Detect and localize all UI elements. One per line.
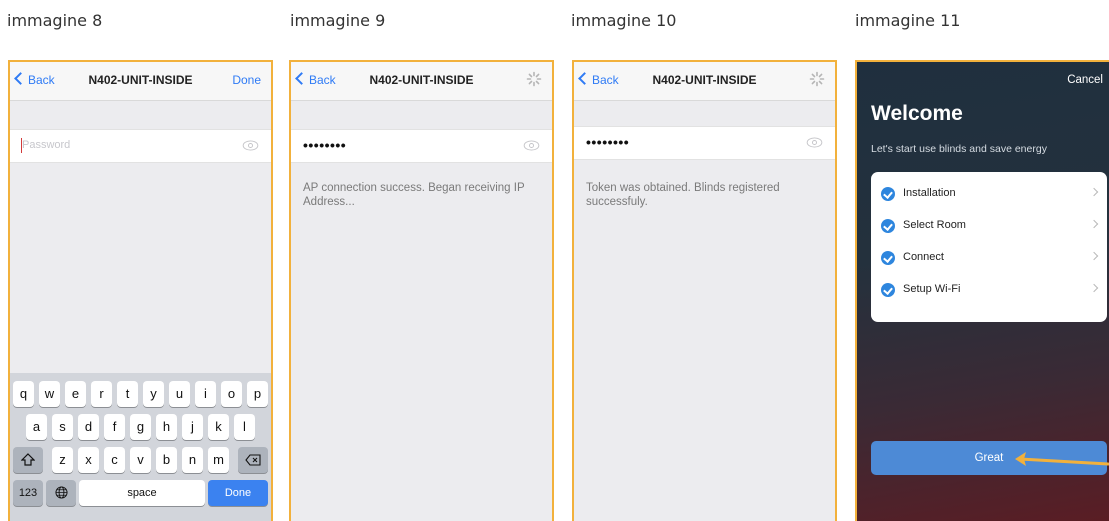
key[interactable]: v bbox=[130, 447, 151, 473]
key[interactable]: k bbox=[208, 414, 229, 440]
keyboard-done-key[interactable]: Done bbox=[208, 480, 268, 506]
step-label: Setup Wi-Fi bbox=[903, 283, 961, 295]
globe-key[interactable] bbox=[46, 480, 76, 506]
status-message: Token was obtained. Blinds registered su… bbox=[586, 182, 780, 208]
setup-steps-card: Installation Select Room Connect Setup W… bbox=[871, 172, 1107, 322]
status-message: AP connection success. Began receiving I… bbox=[303, 182, 525, 208]
checkmark-icon bbox=[881, 283, 895, 297]
key[interactable]: p bbox=[247, 381, 268, 407]
password-value: •••••••• bbox=[303, 137, 347, 153]
checkmark-icon bbox=[881, 251, 895, 265]
key[interactable]: b bbox=[156, 447, 177, 473]
chevron-right-icon bbox=[1089, 283, 1099, 293]
step-connect[interactable]: Connect bbox=[871, 242, 1107, 274]
password-field[interactable]: •••••••• bbox=[574, 126, 835, 160]
nav-bar: Back N402-UNIT-INSIDE bbox=[574, 62, 835, 101]
password-field[interactable]: Password bbox=[10, 129, 271, 163]
key[interactable]: y bbox=[143, 381, 164, 407]
key[interactable]: w bbox=[39, 381, 60, 407]
checkmark-icon bbox=[881, 187, 895, 201]
shift-key[interactable] bbox=[13, 447, 43, 473]
password-value: •••••••• bbox=[586, 134, 630, 150]
key[interactable]: c bbox=[104, 447, 125, 473]
keyboard-row-3: z x c v b n m bbox=[10, 447, 271, 473]
step-label: Installation bbox=[903, 187, 956, 199]
eye-icon[interactable] bbox=[242, 140, 259, 151]
welcome-title: Welcome bbox=[871, 102, 963, 125]
key[interactable]: m bbox=[208, 447, 229, 473]
nav-bar: Back N402-UNIT-INSIDE Done bbox=[10, 62, 271, 101]
key[interactable]: e bbox=[65, 381, 86, 407]
cancel-button[interactable]: Cancel bbox=[1067, 74, 1103, 86]
key[interactable]: h bbox=[156, 414, 177, 440]
done-button[interactable]: Done bbox=[232, 73, 261, 87]
space-key[interactable]: space bbox=[79, 480, 205, 506]
key[interactable]: x bbox=[78, 447, 99, 473]
key[interactable]: u bbox=[169, 381, 190, 407]
step-setup-wifi[interactable]: Setup Wi-Fi bbox=[871, 274, 1107, 306]
caption-image-10: immagine 10 bbox=[571, 11, 677, 30]
numbers-key[interactable]: 123 bbox=[13, 480, 43, 506]
step-select-room[interactable]: Select Room bbox=[871, 210, 1107, 242]
screen-token-obtained: Back N402-UNIT-INSIDE •••••••• Token was… bbox=[572, 60, 837, 521]
globe-icon bbox=[54, 486, 68, 499]
caption-image-8: immagine 8 bbox=[7, 11, 103, 30]
key[interactable]: o bbox=[221, 381, 242, 407]
caption-image-9: immagine 9 bbox=[290, 11, 386, 30]
key[interactable]: z bbox=[52, 447, 73, 473]
keyboard-row-4: 123 space Done bbox=[10, 480, 271, 506]
step-installation[interactable]: Installation bbox=[871, 178, 1107, 210]
backspace-key[interactable] bbox=[238, 447, 268, 473]
nav-title: N402-UNIT-INSIDE bbox=[652, 73, 757, 87]
key[interactable]: g bbox=[130, 414, 151, 440]
loading-spinner-icon bbox=[526, 71, 542, 87]
eye-icon[interactable] bbox=[523, 140, 540, 151]
key[interactable]: i bbox=[195, 381, 216, 407]
key[interactable]: l bbox=[234, 414, 255, 440]
key[interactable]: n bbox=[182, 447, 203, 473]
key[interactable]: f bbox=[104, 414, 125, 440]
password-placeholder: Password bbox=[22, 139, 71, 151]
keyboard: q w e r t y u i o p a s d f g h j k l z bbox=[10, 373, 271, 521]
chevron-right-icon bbox=[1089, 251, 1099, 261]
annotation-arrow-icon bbox=[1015, 452, 1109, 466]
screen-ap-connection: Back N402-UNIT-INSIDE •••••••• AP connec… bbox=[289, 60, 554, 521]
key[interactable]: s bbox=[52, 414, 73, 440]
keyboard-row-1: q w e r t y u i o p bbox=[10, 381, 271, 407]
caption-image-11: immagine 11 bbox=[855, 11, 961, 30]
key[interactable]: q bbox=[13, 381, 34, 407]
key[interactable]: d bbox=[78, 414, 99, 440]
screen-password-entry: Back N402-UNIT-INSIDE Done Password q w … bbox=[8, 60, 273, 521]
chevron-right-icon bbox=[1089, 187, 1099, 197]
welcome-subtitle: Let's start use blinds and save energy bbox=[871, 143, 1047, 155]
nav-bar: Back N402-UNIT-INSIDE bbox=[291, 62, 552, 101]
key[interactable]: r bbox=[91, 381, 112, 407]
key[interactable]: j bbox=[182, 414, 203, 440]
nav-title: N402-UNIT-INSIDE bbox=[369, 73, 474, 87]
key[interactable]: a bbox=[26, 414, 47, 440]
checkmark-icon bbox=[881, 219, 895, 233]
chevron-right-icon bbox=[1089, 219, 1099, 229]
key[interactable]: t bbox=[117, 381, 138, 407]
step-label: Select Room bbox=[903, 219, 966, 231]
loading-spinner-icon bbox=[809, 71, 825, 87]
keyboard-row-2: a s d f g h j k l bbox=[10, 414, 271, 440]
step-label: Connect bbox=[903, 251, 944, 263]
backspace-icon bbox=[245, 454, 261, 466]
eye-icon[interactable] bbox=[806, 137, 823, 148]
shift-icon bbox=[20, 453, 36, 466]
password-field[interactable]: •••••••• bbox=[291, 129, 552, 163]
